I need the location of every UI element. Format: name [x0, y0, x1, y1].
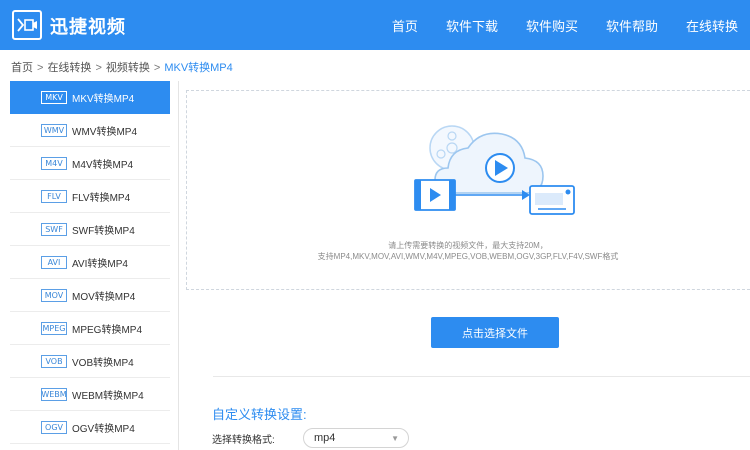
video-upload-illustration-icon — [414, 125, 575, 215]
breadcrumb-separator: > — [37, 62, 44, 74]
sidebar-item-webm[interactable]: WEBM WEBM转换MP4 — [10, 378, 170, 411]
breadcrumb-current: MKV转换MP4 — [164, 62, 233, 74]
sidebar-item-label: SWF转换MP4 — [72, 225, 135, 237]
format-tag: FLV — [41, 189, 67, 203]
sidebar-item-label: FLV转换MP4 — [72, 192, 131, 204]
format-tag: MPEG — [41, 321, 67, 335]
sidebar-item-vob[interactable]: VOB VOB转换MP4 — [10, 345, 170, 378]
format-tag: MKV — [41, 90, 67, 104]
sidebar-item-swf[interactable]: SWF SWF转换MP4 — [10, 213, 170, 246]
format-select[interactable]: mp4 ▼ — [303, 428, 409, 448]
breadcrumb-separator: > — [95, 62, 102, 74]
sidebar-item-label: MPEG转换MP4 — [72, 324, 143, 336]
nav-help[interactable]: 软件帮助 — [606, 16, 658, 35]
breadcrumb: 首页 > 在线转换 > 视频转换 > MKV转换MP4 — [11, 59, 233, 75]
sidebar-item-label: M4V转换MP4 — [72, 159, 134, 171]
format-tag: MOV — [41, 288, 67, 302]
sidebar-item-m4v[interactable]: M4V M4V转换MP4 — [10, 147, 170, 180]
custom-settings-title: 自定义转换设置: — [212, 407, 307, 422]
breadcrumb-online-convert[interactable]: 在线转换 — [47, 62, 91, 74]
sidebar-item-label: WMV转换MP4 — [72, 126, 137, 138]
upload-hint-formats: 支持MP4,MKV,MOV,AVI,WMV,M4V,MPEG,VOB,WEBM,… — [317, 252, 619, 261]
format-tag: AVI — [41, 255, 67, 269]
main-nav: 首页 软件下载 软件购买 软件帮助 在线转换 — [364, 0, 738, 50]
logo-icon[interactable] — [12, 10, 42, 40]
sidebar-item-mkv[interactable]: MKV MKV转换MP4 — [10, 81, 170, 114]
sidebar-item-label: OGV转换MP4 — [72, 423, 135, 435]
sidebar-item-wmv[interactable]: WMV WMV转换MP4 — [10, 114, 170, 147]
sidebar-item-avi[interactable]: AVI AVI转换MP4 — [10, 246, 170, 279]
brand-name[interactable]: 迅捷视频 — [50, 13, 126, 39]
sidebar-item-mov[interactable]: MOV MOV转换MP4 — [10, 279, 170, 312]
sidebar-item-label: WEBM转换MP4 — [72, 390, 144, 402]
sidebar-item-label: MKV转换MP4 — [72, 93, 135, 105]
format-label: 选择转换格式: — [212, 435, 275, 446]
format-tag: M4V — [41, 156, 67, 170]
sidebar-item-label: AVI转换MP4 — [72, 258, 128, 270]
sidebar-item-ogv[interactable]: OGV OGV转换MP4 — [10, 411, 170, 444]
nav-online-convert[interactable]: 在线转换 — [686, 16, 738, 35]
format-select-value: mp4 — [314, 432, 336, 444]
nav-home[interactable]: 首页 — [392, 16, 418, 35]
breadcrumb-separator: > — [153, 62, 161, 74]
nav-purchase[interactable]: 软件购买 — [526, 16, 578, 35]
nav-download[interactable]: 软件下载 — [446, 16, 498, 35]
upload-hint-size: 请上传需要转换的视频文件，最大支持20M， — [388, 241, 548, 250]
format-tag: SWF — [41, 222, 67, 236]
sidebar-item-label: VOB转换MP4 — [72, 357, 134, 369]
breadcrumb-video-convert[interactable]: 视频转换 — [106, 62, 150, 74]
sidebar-item-flv[interactable]: FLV FLV转换MP4 — [10, 180, 170, 213]
sidebar: MKV MKV转换MP4 WMV WMV转换MP4 M4V M4V转换MP4 FLV F… — [10, 81, 170, 450]
format-tag: WMV — [41, 123, 67, 137]
section-divider — [213, 376, 750, 377]
top-header: 迅捷视频 首页 软件下载 软件购买 软件帮助 在线转换 — [0, 0, 750, 50]
content-divider — [178, 81, 179, 450]
sidebar-item-label: MOV转换MP4 — [72, 291, 136, 303]
format-tag: VOB — [41, 354, 67, 368]
format-tag: OGV — [41, 420, 67, 434]
chevron-down-icon: ▼ — [391, 434, 399, 443]
sidebar-item-mpeg[interactable]: MPEG MPEG转换MP4 — [10, 312, 170, 345]
breadcrumb-home[interactable]: 首页 — [11, 62, 33, 74]
select-file-button[interactable]: 点击选择文件 — [431, 317, 559, 348]
format-tag: WEBM — [41, 387, 67, 401]
